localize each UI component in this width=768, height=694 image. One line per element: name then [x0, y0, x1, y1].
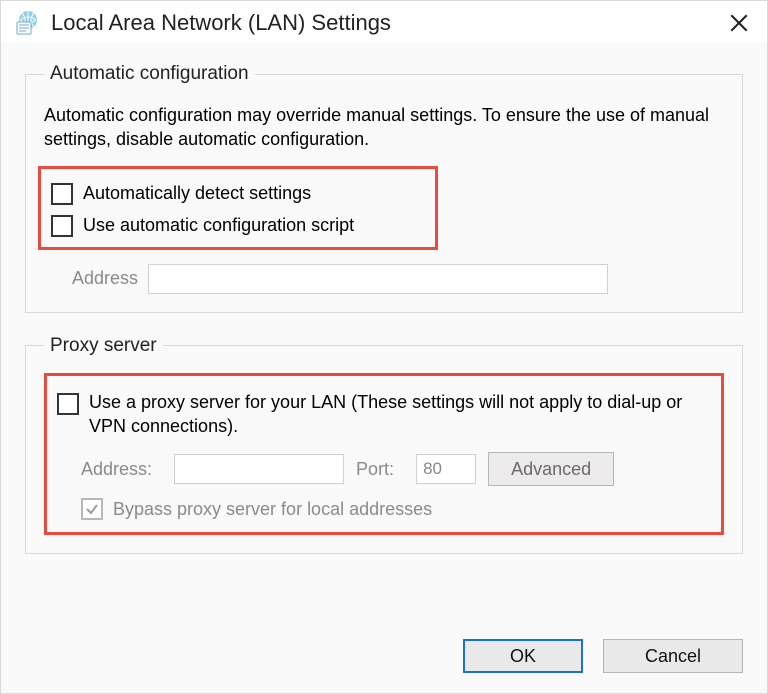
proxy-address-label: Address:	[81, 459, 152, 480]
proxy-address-port-row: Address: Port: Advanced	[81, 452, 711, 486]
proxy-server-legend: Proxy server	[44, 335, 163, 357]
bypass-proxy-row: Bypass proxy server for local addresses	[81, 498, 711, 520]
auto-address-label: Address	[72, 268, 138, 289]
auto-highlight-box: Automatically detect settings Use automa…	[38, 166, 438, 250]
close-button[interactable]	[725, 9, 753, 37]
lan-settings-icon	[15, 10, 41, 36]
auto-detect-row[interactable]: Automatically detect settings	[51, 183, 425, 205]
use-proxy-label: Use a proxy server for your LAN (These s…	[89, 390, 711, 439]
proxy-address-input	[174, 454, 344, 484]
bypass-proxy-label: Bypass proxy server for local addresses	[113, 499, 432, 520]
automatic-configuration-group: Automatic configuration Automatic config…	[25, 63, 743, 313]
auto-detect-label: Automatically detect settings	[83, 183, 311, 204]
proxy-port-label: Port:	[356, 459, 394, 480]
auto-script-row[interactable]: Use automatic configuration script	[51, 215, 425, 237]
titlebar: Local Area Network (LAN) Settings	[1, 1, 767, 43]
check-icon	[85, 502, 99, 516]
dialog-title: Local Area Network (LAN) Settings	[51, 10, 725, 36]
auto-script-checkbox[interactable]	[51, 215, 73, 237]
ok-button[interactable]: OK	[463, 639, 583, 673]
auto-detect-checkbox[interactable]	[51, 183, 73, 205]
use-proxy-row[interactable]: Use a proxy server for your LAN (These s…	[57, 390, 711, 439]
dialog-body: Automatic configuration Automatic config…	[1, 43, 767, 554]
auto-address-row: Address	[72, 264, 724, 294]
dialog-footer: OK Cancel	[463, 639, 743, 673]
cancel-button[interactable]: Cancel	[603, 639, 743, 673]
auto-script-label: Use automatic configuration script	[83, 215, 354, 236]
proxy-port-input	[416, 454, 476, 484]
automatic-configuration-legend: Automatic configuration	[44, 63, 255, 85]
close-icon	[730, 14, 748, 32]
lan-settings-dialog: Local Area Network (LAN) Settings Automa…	[0, 0, 768, 694]
proxy-highlight-box: Use a proxy server for your LAN (These s…	[44, 373, 724, 536]
auto-address-input	[148, 264, 608, 294]
bypass-proxy-checkbox	[81, 498, 103, 520]
advanced-button: Advanced	[488, 452, 614, 486]
proxy-server-group: Proxy server Use a proxy server for your…	[25, 335, 743, 555]
use-proxy-checkbox[interactable]	[57, 393, 79, 415]
automatic-configuration-description: Automatic configuration may override man…	[44, 103, 724, 152]
